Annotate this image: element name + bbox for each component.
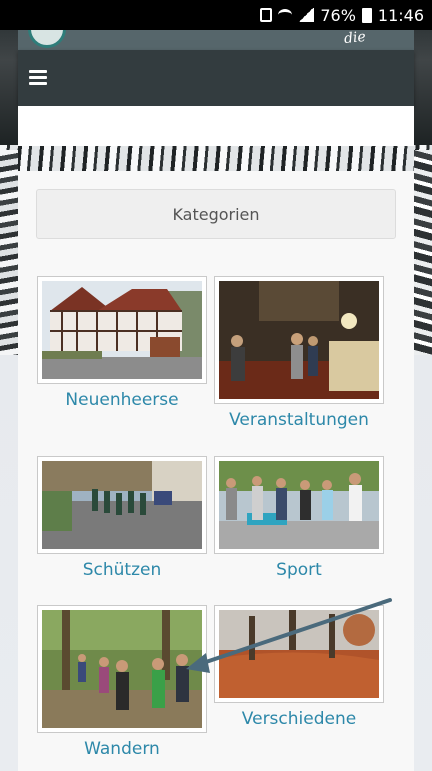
site-logo[interactable] xyxy=(28,30,66,48)
category-label[interactable]: Neuenheerse xyxy=(37,390,207,410)
battery-icon xyxy=(361,7,372,23)
category-image[interactable] xyxy=(37,276,207,384)
category-neuenheerse[interactable]: Neuenheerse xyxy=(37,276,207,410)
category-image[interactable] xyxy=(214,276,384,404)
navigation-bar xyxy=(18,50,414,106)
snow-scene-right xyxy=(414,150,432,355)
category-schuetzen[interactable]: Schützen xyxy=(37,456,207,580)
status-bar: 76% 11:46 xyxy=(0,0,432,30)
wifi-icon xyxy=(278,9,293,21)
categories-heading: Kategorien xyxy=(36,189,396,239)
site-slogan: die xyxy=(343,30,367,48)
category-sport[interactable]: Sport xyxy=(214,456,384,580)
site-header: die xyxy=(18,30,414,50)
categories-card: Kategorien Neuenheerse Veranstaltungen S… xyxy=(18,171,414,771)
hikers-forest-path-image xyxy=(42,610,202,728)
category-label[interactable]: Verschiedene xyxy=(214,709,384,729)
category-image[interactable] xyxy=(214,456,384,554)
category-label[interactable]: Sport xyxy=(214,560,384,580)
indoor-event-image xyxy=(219,281,379,399)
half-timbered-house-image xyxy=(42,281,202,379)
category-label[interactable]: Wandern xyxy=(37,739,207,759)
battery-percent: 76% xyxy=(320,5,356,25)
category-image[interactable] xyxy=(214,605,384,703)
autumn-trees-fog-image xyxy=(219,610,379,698)
menu-icon[interactable] xyxy=(29,70,47,86)
category-wandern[interactable]: Wandern xyxy=(37,605,207,759)
clock: 11:46 xyxy=(377,5,424,25)
header-spacer xyxy=(18,106,414,146)
category-image[interactable] xyxy=(37,605,207,733)
parade-street-image xyxy=(42,461,202,549)
signal-icon xyxy=(298,8,315,22)
snow-scene-left xyxy=(0,150,18,355)
snow-scene-top xyxy=(0,145,432,171)
category-verschiedene[interactable]: Verschiedene xyxy=(214,605,384,729)
notification-icon xyxy=(260,8,273,22)
category-veranstaltungen[interactable]: Veranstaltungen xyxy=(214,276,384,430)
category-label[interactable]: Veranstaltungen xyxy=(214,410,384,430)
category-image[interactable] xyxy=(37,456,207,554)
people-group-outdoors-image xyxy=(219,461,379,549)
category-label[interactable]: Schützen xyxy=(37,560,207,580)
